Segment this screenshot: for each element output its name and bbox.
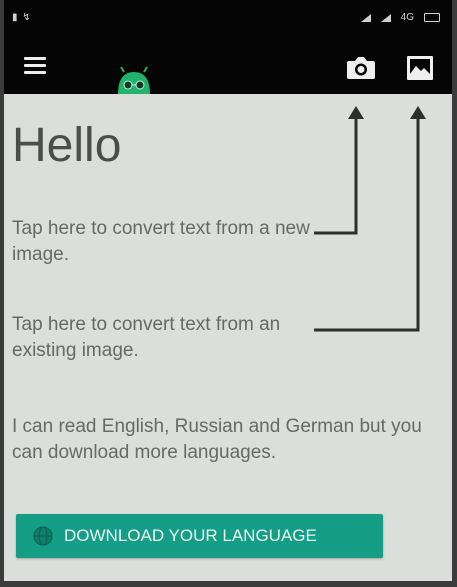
device-bezel-bottom [0,581,457,587]
network-type: 4G [400,12,414,23]
camera-button[interactable] [344,50,378,84]
camera-hint-text: Tap here to convert text from a new imag… [12,218,310,265]
globe-icon [33,526,53,546]
status-indicators: 4G [360,12,440,23]
battery-icon [424,13,440,22]
app-toolbar [4,40,452,94]
robot-logo-icon [118,66,150,94]
languages-note-text: I can read English, Russian and German b… [12,416,422,463]
device-bezel-right [452,0,457,587]
main-content: Hello Tap here to convert text from a ne… [4,94,452,581]
status-notifications: ▮ ↯ [12,12,32,23]
download-button-label: DOWNLOAD YOUR LANGUAGE [64,526,317,545]
hamburger-line [24,70,46,74]
download-language-button[interactable]: DOWNLOAD YOUR LANGUAGE [16,514,383,558]
signal-icon-2 [380,13,391,22]
hamburger-menu-icon [24,56,46,60]
greeting-title: Hello [12,119,122,172]
gallery-hint-text: Tap here to convert text from an existin… [12,314,281,361]
status-bar: ▮ ↯ 4G [4,0,452,40]
gallery-button[interactable] [402,50,438,84]
signal-icon [360,13,371,22]
menu-button[interactable] [24,52,54,78]
hamburger-line [24,63,46,67]
phone-screen: ▮ ↯ 4G Hello Tap here to convert text fr… [0,0,457,587]
